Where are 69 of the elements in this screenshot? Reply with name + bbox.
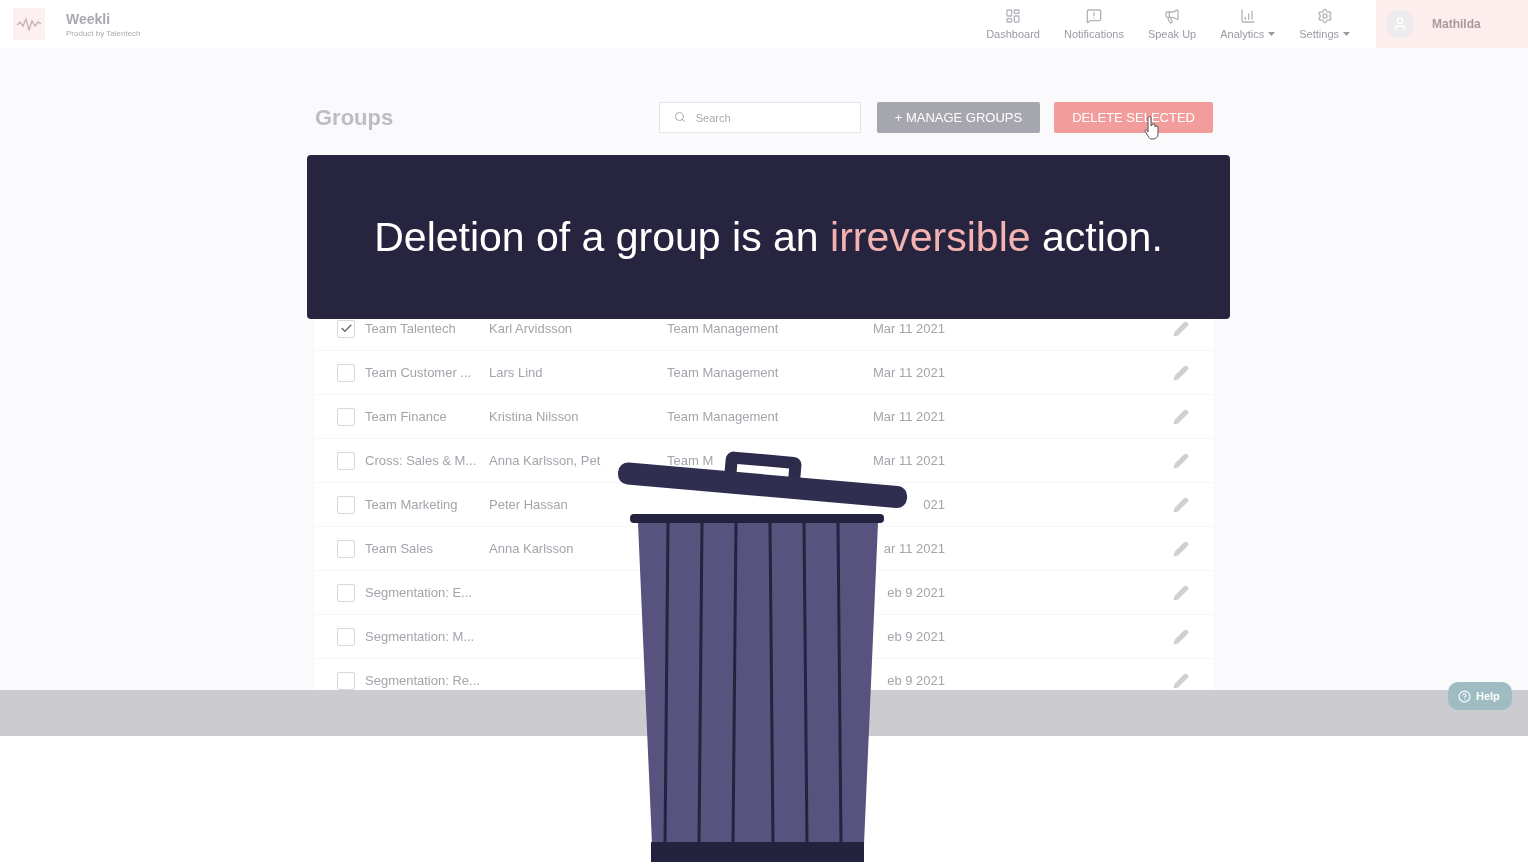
bar-chart-icon (1239, 8, 1256, 24)
nav-item[interactable]: Analytics (1208, 0, 1288, 48)
checkbox[interactable] (337, 407, 355, 426)
table-cell-text: Segmentation: Re... (365, 673, 481, 688)
delete-button[interactable]: DELETE SELECTED (1054, 102, 1213, 133)
help-button[interactable]: Help (1448, 682, 1512, 710)
user-menu[interactable]: Mathilda (1376, 0, 1528, 48)
edit-icon[interactable] (1173, 672, 1189, 689)
edit-icon[interactable] (1173, 364, 1189, 381)
edit-icon[interactable] (1173, 628, 1189, 645)
manage-button[interactable]: + MANAGE GROUPS (876, 102, 1041, 133)
table-cell-text: ar 11 2021 (882, 541, 945, 556)
checkbox[interactable] (337, 627, 355, 646)
table-cell-text: eb 9 2021 (886, 629, 945, 644)
table-cell-text: Team Management (667, 365, 780, 380)
checkbox[interactable] (337, 319, 355, 338)
megaphone-icon (1164, 8, 1181, 24)
table-cell-text: Karl Arvidsson (489, 321, 574, 336)
table-cell-text: Peter Hassan (489, 497, 569, 512)
table-cell-text: Team Sales (365, 541, 434, 556)
check-icon (339, 322, 353, 335)
checkbox[interactable] (337, 495, 355, 514)
table-cell-text: eb 9 2021 (886, 585, 945, 600)
page-title: Groups (315, 104, 394, 131)
brand-tagline: Product by Talentech (66, 28, 141, 38)
checkbox[interactable] (337, 539, 355, 558)
table-cell-text: Team Customer ... (365, 365, 473, 380)
table-cell-text: Cross: Sales & M... (365, 453, 478, 468)
table-cell-text: Mar 11 2021 (871, 365, 945, 380)
table-cell-text: Mar 11 2021 (871, 321, 945, 336)
search-icon (673, 111, 686, 123)
table-cell-text: Kristina Nilsson (489, 409, 580, 424)
table-cell-text: Mar 11 2021 (871, 453, 945, 468)
checkbox[interactable] (337, 363, 355, 382)
table-cell-text: Segmentation: E... (365, 585, 473, 600)
edit-icon[interactable] (1173, 452, 1189, 469)
settings-icon (1316, 8, 1333, 24)
table-cell-text: Anna Karlsson, Pet (489, 453, 602, 468)
table-cell-text: Anna Karlsson (489, 541, 575, 556)
table-cell-text: Team M (667, 453, 715, 468)
table-cell-text: eb 9 2021 (886, 673, 945, 688)
search-field[interactable]: Search (658, 102, 861, 133)
table-cell-text: Team Marketing (365, 497, 459, 512)
table-cell-text: 021 (922, 497, 945, 512)
nav-item[interactable]: Dashboard (974, 0, 1052, 48)
table-cell-text: Team Talentech (365, 321, 457, 336)
checkbox[interactable] (337, 583, 355, 602)
nav-item[interactable]: Speak Up (1135, 0, 1209, 48)
edit-icon[interactable] (1173, 496, 1189, 513)
brand-name: Weekli (66, 10, 112, 27)
caption-text: Deletion of a group is an irreversible action. (374, 213, 1163, 261)
edit-icon[interactable] (1173, 408, 1189, 425)
message-icon (1085, 8, 1102, 24)
table-cell-text: Team Management (667, 321, 780, 336)
dashboard-icon (1005, 8, 1022, 24)
table-cell-text: Lars Lind (489, 365, 544, 380)
table-cell-text: Team Finance (365, 409, 448, 424)
checkbox[interactable] (337, 671, 355, 690)
edit-icon[interactable] (1173, 540, 1189, 557)
help-icon (1458, 689, 1471, 703)
edit-icon[interactable] (1173, 584, 1189, 601)
table-cell-text: Segmentation: M... (365, 629, 476, 644)
table-cell-text: Team Management (667, 409, 780, 424)
nav-item[interactable]: Notifications (1052, 0, 1136, 48)
nav-item[interactable]: Settings (1287, 0, 1362, 48)
logo-icon (13, 8, 45, 40)
table-cell-text: Mar 11 2021 (871, 409, 945, 424)
edit-icon[interactable] (1173, 320, 1189, 337)
checkbox[interactable] (337, 451, 355, 470)
